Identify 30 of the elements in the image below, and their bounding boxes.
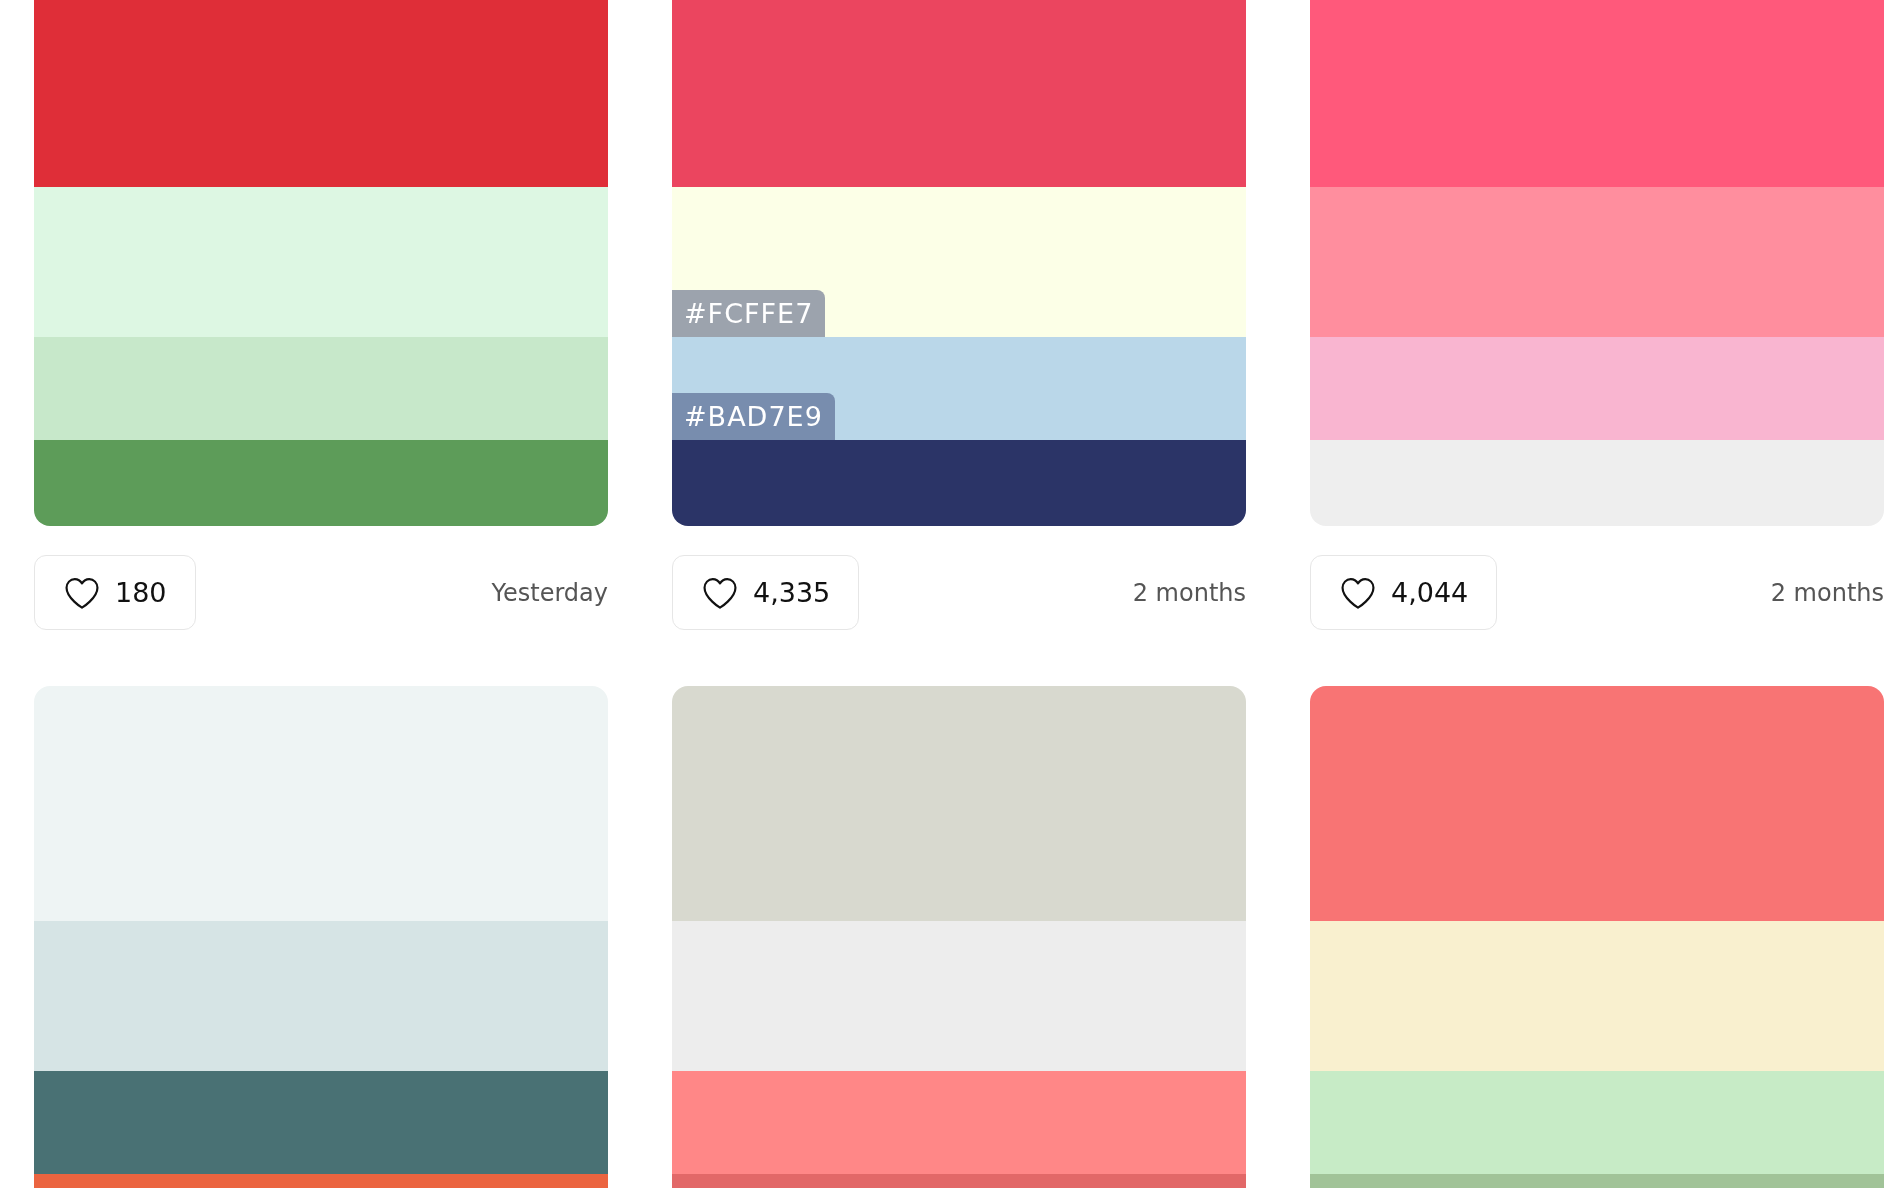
color-swatch[interactable] (34, 686, 608, 921)
timestamp: Yesterday (491, 578, 608, 607)
color-swatch[interactable] (34, 1071, 608, 1174)
timestamp: 2 months (1132, 578, 1246, 607)
heart-icon (701, 575, 739, 610)
color-swatch[interactable] (672, 0, 1246, 187)
heart-icon (63, 575, 101, 610)
color-swatch[interactable] (34, 0, 608, 187)
color-swatch[interactable] (34, 921, 608, 1071)
color-swatch[interactable] (672, 1071, 1246, 1174)
color-swatch[interactable] (34, 337, 608, 440)
like-button[interactable]: 4,335 (672, 555, 860, 630)
color-swatch[interactable] (34, 187, 608, 337)
like-button[interactable]: 180 (34, 555, 196, 630)
color-swatch[interactable] (672, 440, 1246, 526)
color-swatch[interactable] (1310, 921, 1884, 1071)
color-swatch[interactable] (1310, 0, 1884, 187)
color-swatch[interactable] (1310, 686, 1884, 921)
color-swatch[interactable] (1310, 187, 1884, 337)
color-swatch[interactable] (1310, 337, 1884, 440)
timestamp: 2 months (1770, 578, 1884, 607)
like-button[interactable]: 4,044 (1310, 555, 1498, 630)
hex-code: #FCFFE7 (672, 290, 826, 337)
color-swatch[interactable] (672, 921, 1246, 1071)
color-swatch[interactable] (34, 440, 608, 526)
color-swatch[interactable] (1310, 440, 1884, 526)
hex-code: #BAD7E9 (672, 393, 835, 440)
heart-icon (1339, 575, 1377, 610)
color-swatch[interactable] (1310, 1071, 1884, 1174)
color-swatch[interactable] (672, 686, 1246, 921)
